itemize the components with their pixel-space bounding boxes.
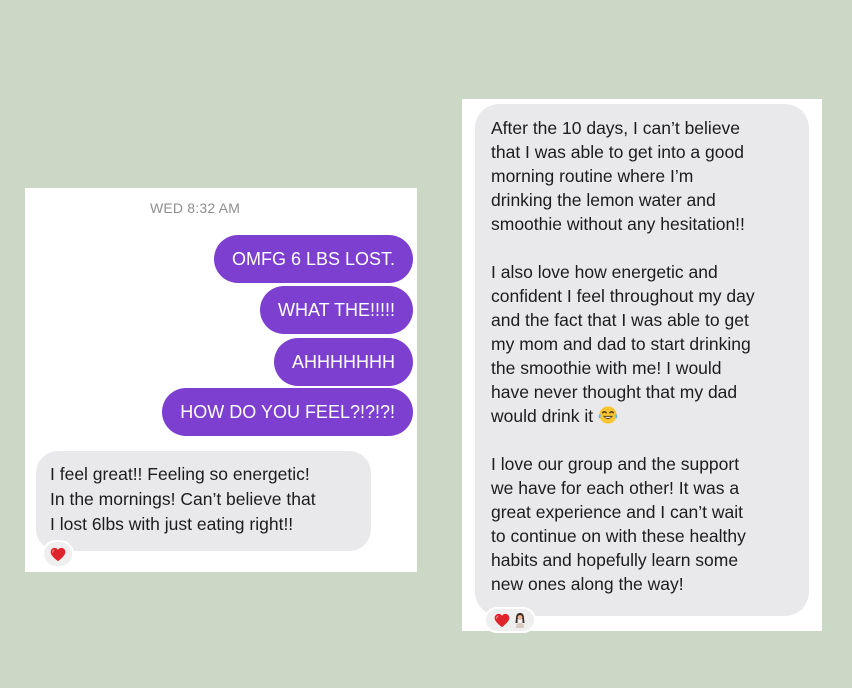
outgoing-message-bubble[interactable]: AHHHHHHH bbox=[274, 338, 413, 386]
message-line: smoothie without any hesitation!! bbox=[491, 214, 745, 234]
message-line: morning routine where I’m bbox=[491, 166, 694, 186]
woman-avatar-icon bbox=[515, 613, 525, 628]
message-line: confident I feel throughout my day bbox=[491, 286, 755, 306]
message-line: In the mornings! Can’t believe that bbox=[50, 489, 316, 509]
message-timestamp: WED 8:32 AM bbox=[149, 200, 241, 216]
left-chat-screenshot: WED 8:32 AM OMFG 6 LBS LOST. WHAT THE!!!… bbox=[25, 188, 417, 572]
incoming-message-bubble[interactable]: I feel great!! Feeling so energetic! In … bbox=[36, 451, 371, 551]
message-line: habits and hopefully learn some bbox=[491, 550, 739, 570]
message-paragraph: I love our group and the support we have… bbox=[491, 452, 799, 596]
outgoing-message-bubble[interactable]: OMFG 6 LBS LOST. bbox=[213, 235, 413, 283]
message-line: great experience and I can’t wait bbox=[491, 502, 743, 522]
message-line: the smoothie with me! I would bbox=[491, 358, 722, 378]
message-paragraph: I also love how energetic and confident … bbox=[491, 260, 799, 428]
message-line: After the 10 days, I can’t believe bbox=[491, 118, 741, 138]
message-line: and the fact that I was able to get bbox=[491, 310, 749, 330]
message-line: have never thought that my dad bbox=[491, 382, 738, 402]
message-line: to continue on with these healthy bbox=[491, 526, 746, 546]
message-line: I feel great!! Feeling so energetic! bbox=[50, 464, 310, 484]
message-line: my mom and dad to start drinking bbox=[491, 334, 751, 354]
message-line: we have for each other! It was a bbox=[491, 478, 740, 498]
right-chat-screenshot: After the 10 days, I can’t believe that … bbox=[462, 99, 822, 633]
heart-reaction-badge[interactable] bbox=[42, 540, 74, 568]
message-paragraph: After the 10 days, I can’t believe that … bbox=[491, 116, 799, 236]
message-line: drinking the lemon water and bbox=[491, 190, 716, 210]
message-line: I love our group and the support bbox=[491, 454, 740, 474]
message-line: that I was able to get into a good bbox=[491, 142, 744, 162]
message-line: new ones along the way! bbox=[491, 574, 684, 594]
red-heart-icon bbox=[50, 547, 66, 561]
red-heart-icon bbox=[494, 613, 510, 627]
message-line: I also love how energetic and bbox=[491, 262, 718, 282]
reactions-badge[interactable] bbox=[484, 607, 536, 633]
outgoing-message-bubble[interactable]: WHAT THE!!!!! bbox=[259, 286, 413, 334]
incoming-message-bubble[interactable]: After the 10 days, I can’t believe that … bbox=[475, 104, 809, 616]
face-with-tears-of-joy-icon bbox=[598, 406, 618, 424]
message-line: would drink it bbox=[491, 404, 799, 428]
message-line: I lost 6lbs with just eating right!! bbox=[50, 514, 294, 534]
outgoing-message-bubble[interactable]: HOW DO YOU FEEL?!?!?! bbox=[162, 388, 413, 436]
message-line-text: would drink it bbox=[491, 406, 594, 426]
